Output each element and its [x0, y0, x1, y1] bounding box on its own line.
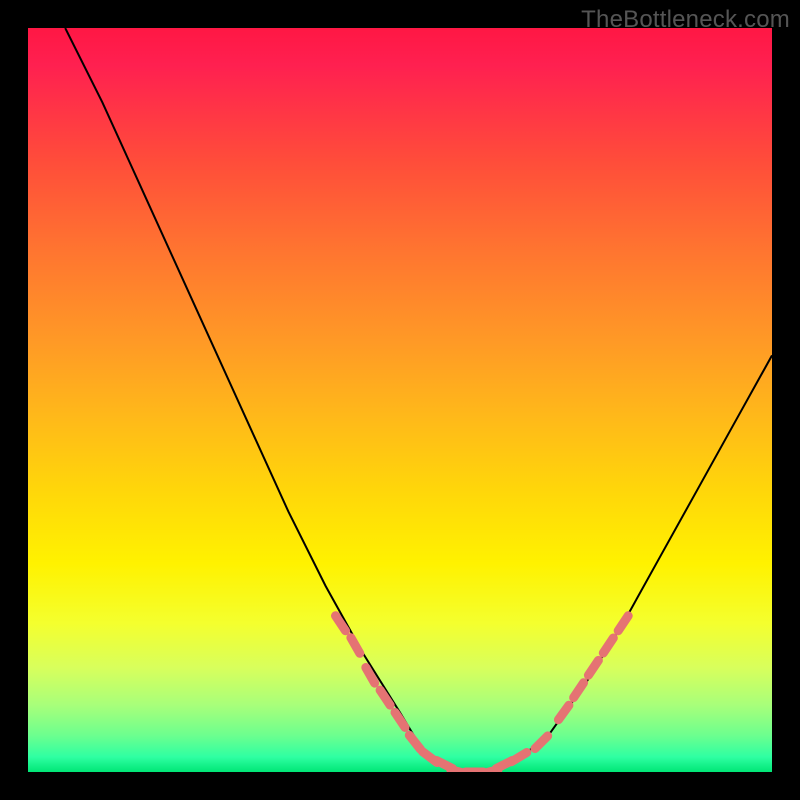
highlight-marker	[395, 712, 405, 727]
highlight-marker	[558, 705, 569, 720]
highlight-marker	[380, 690, 390, 705]
highlight-marker	[618, 616, 628, 631]
highlight-marker	[409, 735, 420, 749]
highlight-marker	[351, 638, 360, 654]
highlight-marker	[603, 638, 613, 653]
highlight-marker	[588, 660, 598, 675]
highlight-marker	[574, 683, 584, 698]
highlight-marker	[535, 736, 548, 749]
chart-svg	[28, 28, 772, 772]
highlight-marker	[511, 753, 527, 762]
highlight-markers-group	[336, 616, 629, 772]
chart-container	[28, 28, 772, 772]
bottleneck-curve-line	[65, 28, 772, 772]
